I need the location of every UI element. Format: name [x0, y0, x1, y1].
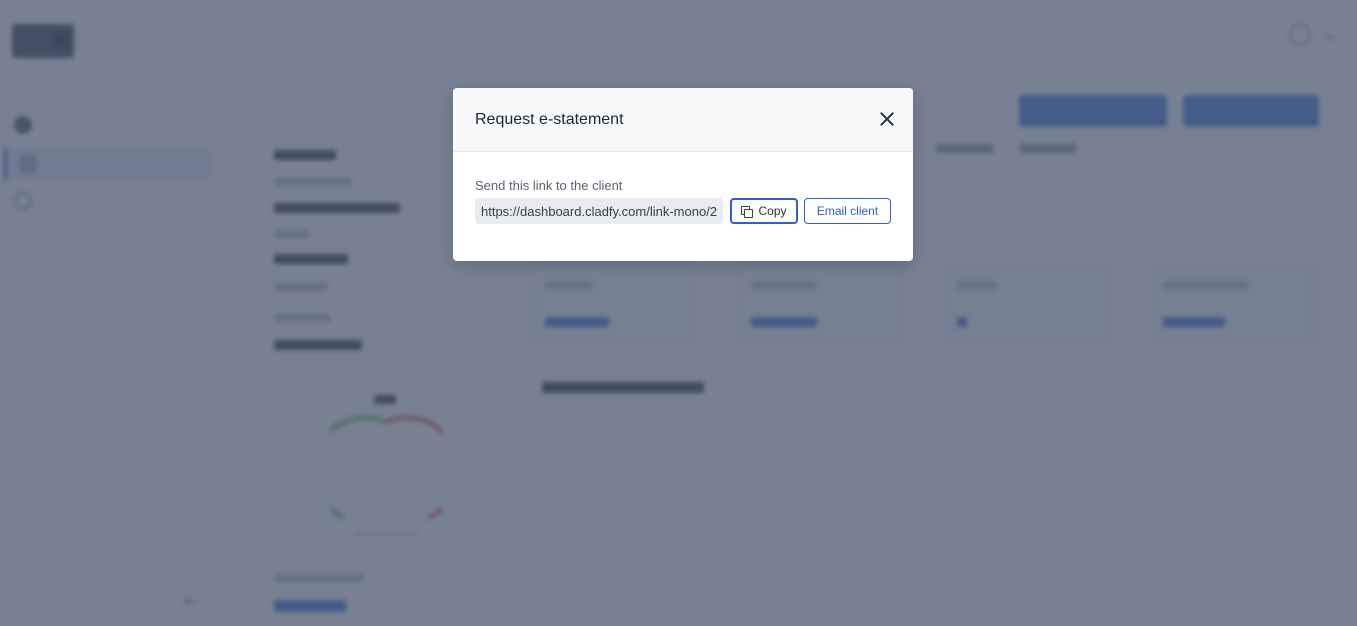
copy-button[interactable]: Copy [730, 198, 798, 224]
email-client-button[interactable]: Email client [804, 198, 891, 224]
modal-header: Request e-statement [453, 88, 913, 152]
app-page: ⇤ Request e-statement [0, 0, 1357, 626]
copy-button-label: Copy [758, 204, 787, 218]
email-client-button-label: Email client [816, 204, 879, 218]
copy-icon [741, 205, 754, 218]
request-estatement-modal: Request e-statement Send this link to th… [453, 88, 913, 261]
modal-instruction: Send this link to the client [475, 178, 623, 193]
statement-link-field[interactable] [475, 198, 723, 224]
close-icon[interactable] [877, 109, 897, 129]
modal-title: Request e-statement [475, 111, 624, 128]
